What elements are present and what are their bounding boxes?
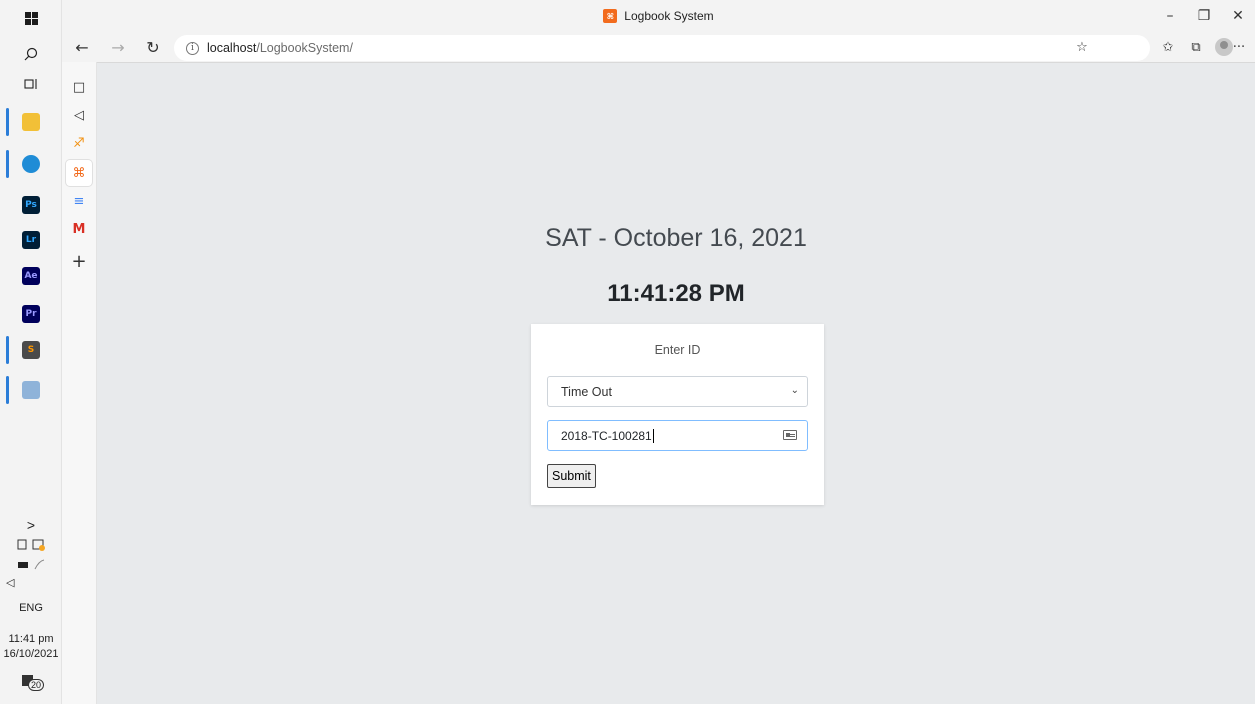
id-entry-card: Enter ID Time Out ⌄ 2018-TC-100281 Submi…: [531, 324, 824, 505]
task-view-button[interactable]: [0, 66, 62, 102]
sublime-icon: S: [22, 341, 40, 359]
sidebar-gmail-icon[interactable]: M: [66, 216, 92, 242]
battery-wifi-icon: [18, 559, 45, 570]
sidebar-add-icon[interactable]: +: [66, 248, 92, 274]
clock-date[interactable]: 16/10/2021: [0, 648, 62, 660]
language-indicator[interactable]: ENG: [0, 602, 62, 614]
edge-icon: [22, 155, 40, 173]
id-input-value: 2018-TC-100281: [561, 428, 652, 443]
file-explorer-taskbar-button[interactable]: [0, 104, 62, 140]
premiere-taskbar-button[interactable]: Pr: [0, 296, 62, 332]
after-effects-taskbar-button[interactable]: Ae: [0, 258, 62, 294]
sublime-taskbar-button[interactable]: S: [0, 332, 62, 368]
browser-window: ⌘ Logbook System – ❐ ✕ ← → ↻ i localhost…: [62, 0, 1255, 704]
site-info-icon[interactable]: i: [186, 41, 199, 55]
chevron-down-icon: ⌄: [790, 385, 799, 396]
card-title: Enter ID: [654, 343, 701, 357]
premiere-icon: Pr: [22, 305, 40, 323]
favorites-icon[interactable]: ✩: [1154, 33, 1182, 61]
photoshop-icon: Ps: [22, 196, 40, 214]
add-favorite-icon[interactable]: ☆: [1068, 33, 1096, 61]
sidebar-tab-actions-icon[interactable]: □: [66, 74, 92, 100]
address-bar[interactable]: i localhost/LogbookSystem/: [174, 35, 1150, 61]
close-button[interactable]: ✕: [1221, 0, 1255, 32]
clock-time[interactable]: 11:41 pm: [0, 633, 62, 645]
start-button[interactable]: [0, 0, 62, 36]
after-effects-icon: Ae: [22, 267, 40, 285]
generic-app-icon: [22, 381, 40, 399]
current-date: SAT - October 16, 2021: [545, 224, 807, 252]
volume-icon[interactable]: ◁: [0, 576, 62, 589]
notification-center-button[interactable]: 20: [0, 673, 62, 694]
forward-button[interactable]: →: [102, 33, 134, 61]
url-path: /LogbookSystem/: [256, 41, 353, 55]
xampp-favicon-icon: ⌘: [603, 9, 618, 23]
tray-icons-row-1[interactable]: [0, 538, 62, 555]
id-card-icon[interactable]: [783, 430, 797, 440]
search-icon: [24, 47, 38, 61]
lightroom-icon: Lr: [22, 231, 40, 249]
file-explorer-icon: [22, 113, 40, 131]
windows-taskbar: Ps Lr Ae Pr S > ◁ ENG 11:41 pm 16/10/2021 20: [0, 0, 62, 704]
sidebar-speaker-icon[interactable]: ◁: [66, 102, 92, 128]
log-type-select[interactable]: Time Out ⌄: [547, 376, 808, 407]
text-caret: [652, 428, 654, 443]
tray-network-icons: [17, 539, 45, 551]
title-bar: ⌘ Logbook System – ❐ ✕: [62, 0, 1255, 32]
generic-app-taskbar-button[interactable]: [0, 372, 62, 408]
photoshop-taskbar-button[interactable]: Ps: [0, 187, 62, 223]
log-type-selected-value: Time Out: [561, 384, 612, 399]
browser-toolbar: ← → ↻ i localhost/LogbookSystem/ ☆ ✩ ⧉ ·…: [62, 32, 1255, 62]
edge-taskbar-button[interactable]: [0, 146, 62, 182]
page-content: SAT - October 16, 2021 11:41:28 PM Enter…: [97, 62, 1255, 704]
restore-button[interactable]: ❐: [1187, 0, 1221, 32]
lightroom-taskbar-button[interactable]: Lr: [0, 222, 62, 258]
submit-button[interactable]: Submit: [547, 464, 596, 488]
collections-icon[interactable]: ⧉: [1182, 33, 1210, 61]
edge-sidebar: □ ◁ ♐ ⌘ ≡ M +: [62, 62, 97, 704]
task-view-icon: [24, 79, 37, 89]
window-title: Logbook System: [624, 9, 714, 23]
url-host: localhost: [207, 41, 257, 55]
tray-expand-chevron-icon[interactable]: >: [0, 517, 62, 533]
back-button[interactable]: ←: [66, 33, 98, 61]
minimize-button[interactable]: –: [1153, 0, 1187, 32]
current-time: 11:41:28 PM: [607, 280, 745, 307]
sidebar-docs-icon[interactable]: ≡: [66, 188, 92, 214]
settings-more-button[interactable]: ···: [1225, 33, 1253, 61]
sidebar-pma-icon[interactable]: ♐: [66, 130, 92, 156]
windows-logo-icon: [24, 11, 38, 25]
tray-icons-row-2[interactable]: [0, 558, 62, 575]
id-input[interactable]: 2018-TC-100281: [547, 420, 808, 451]
reload-button[interactable]: ↻: [137, 33, 169, 61]
notification-icon: 20: [20, 673, 45, 691]
sidebar-xampp-icon[interactable]: ⌘: [66, 160, 92, 186]
notification-count: 20: [28, 679, 45, 691]
